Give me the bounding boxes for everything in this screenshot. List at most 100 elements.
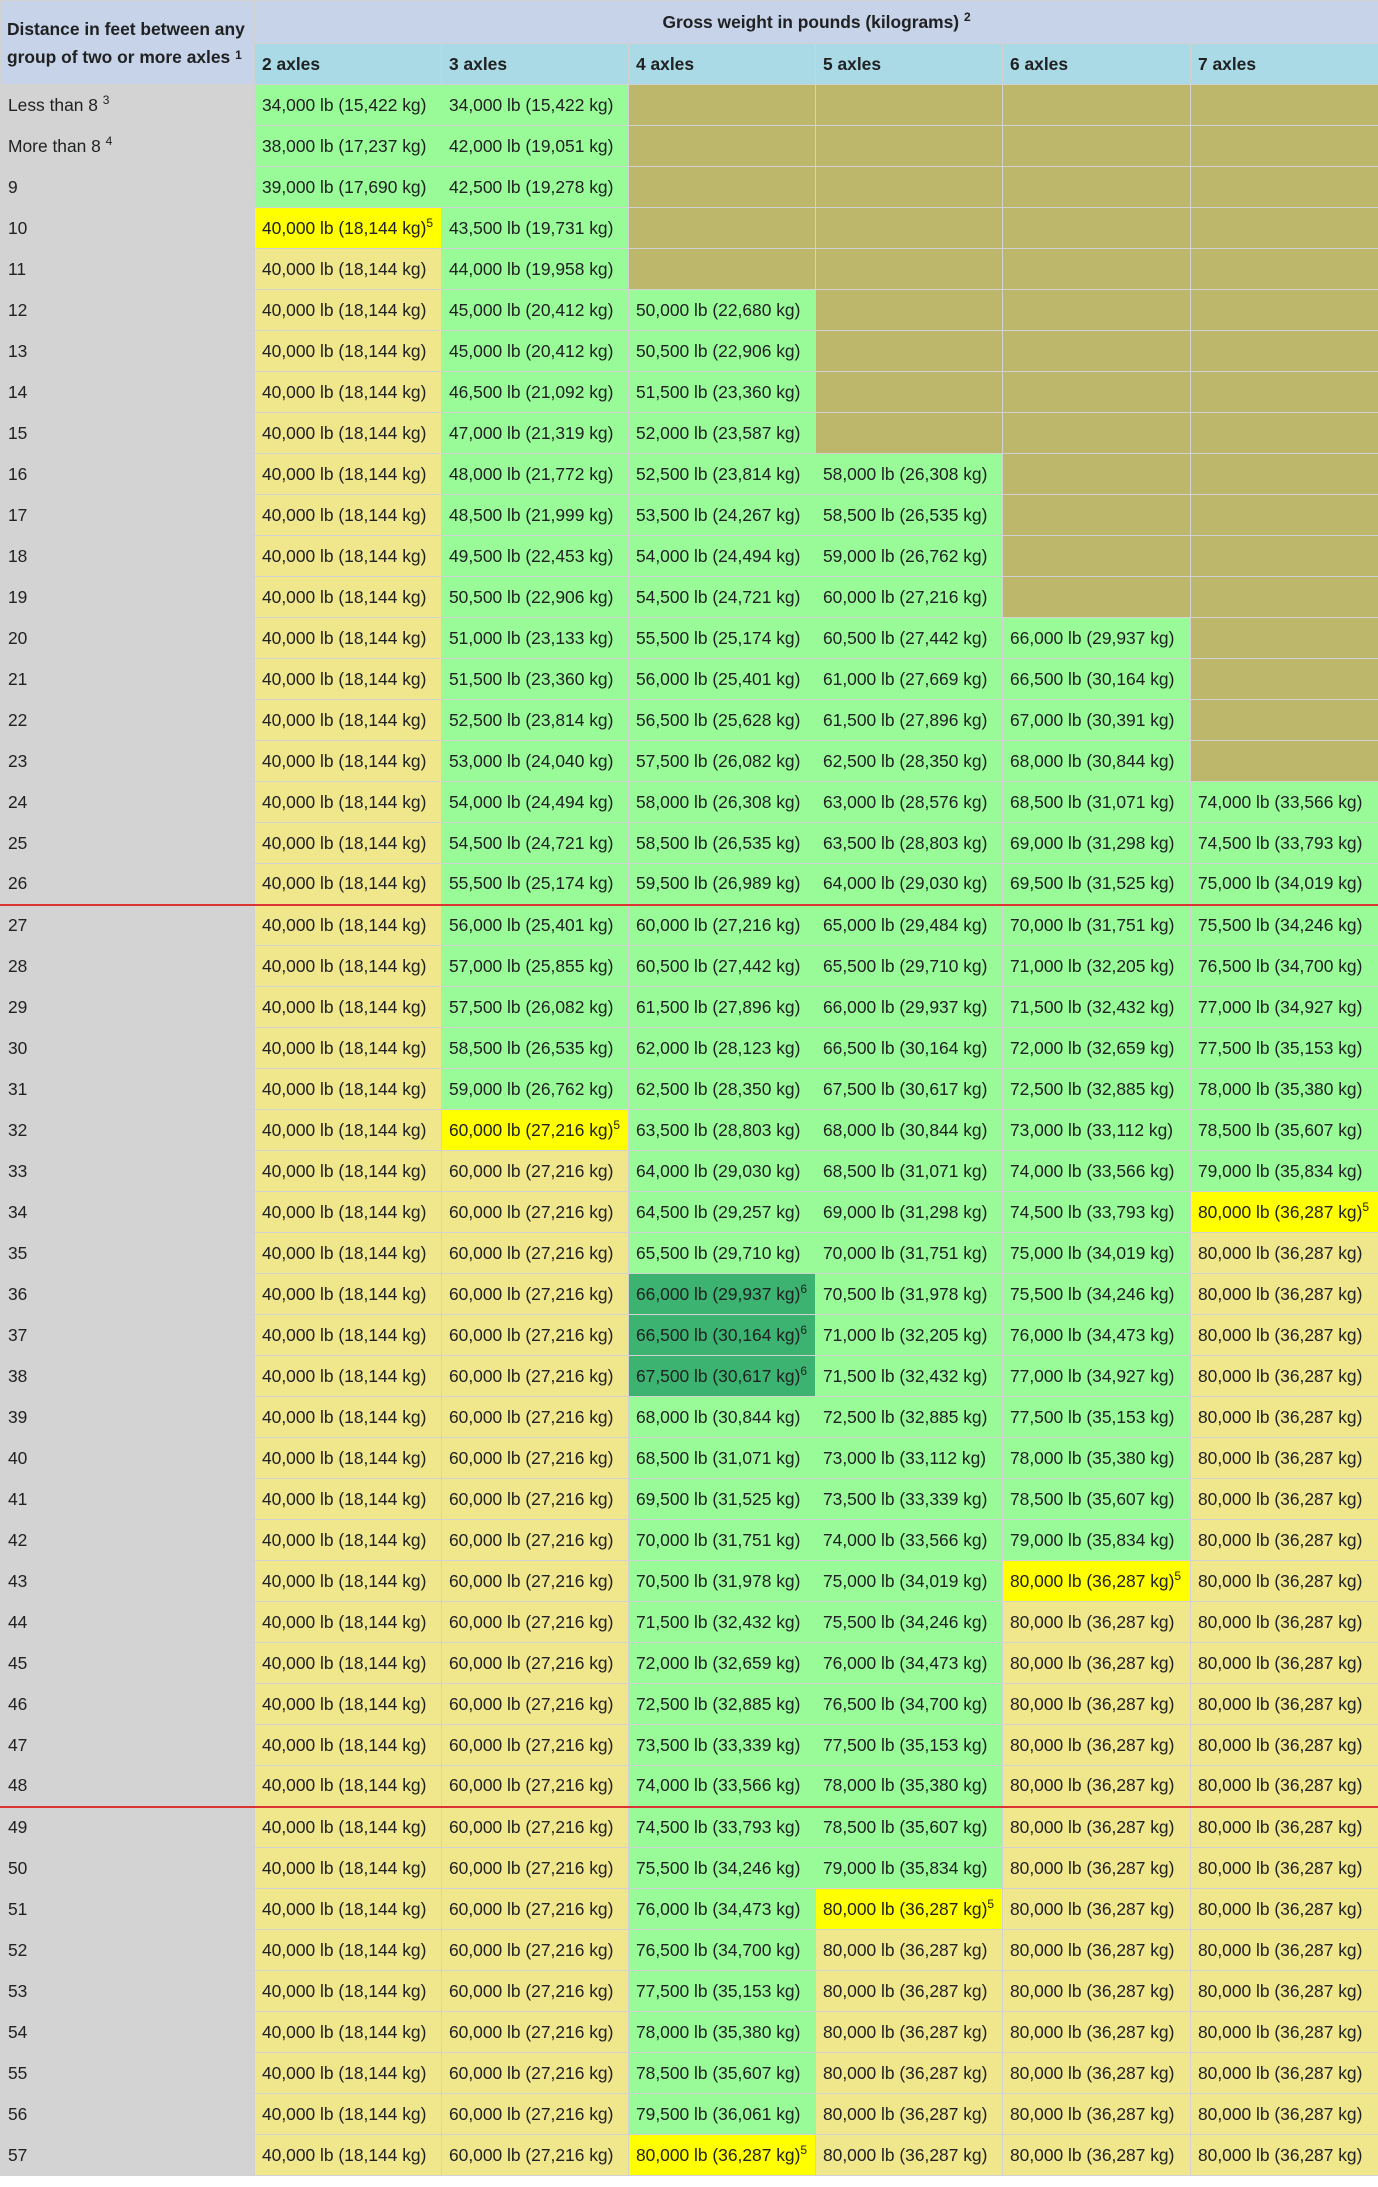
footnote-marker[interactable]: 6 (800, 1364, 807, 1378)
distance-value: 26 (8, 873, 28, 894)
weight-cell: 60,000 lb (27,216 kg) (441, 1437, 629, 1479)
distance-cell: 25 (0, 822, 255, 864)
weight-cell: 56,000 lb (25,401 kg) (628, 658, 816, 700)
footnote-marker[interactable]: 5 (426, 216, 433, 230)
weight-cell: 75,000 lb (34,019 kg) (1189, 863, 1378, 905)
distance-cell: 27 (0, 903, 255, 946)
weight-cell: 66,500 lb (30,164 kg) (815, 1027, 1003, 1069)
weight-cell: 74,000 lb (33,566 kg) (815, 1519, 1003, 1561)
weight-value: 66,000 lb (29,937 kg) (823, 996, 988, 1017)
footnote-marker[interactable]: 2 (964, 10, 971, 24)
empty-cell (815, 248, 1003, 290)
weight-cell: 79,000 lb (35,834 kg) (1189, 1150, 1378, 1192)
empty-cell (815, 207, 1003, 249)
weight-cell: 40,000 lb (18,144 kg) (254, 371, 442, 413)
weight-value: 58,000 lb (26,308 kg) (636, 791, 801, 812)
weight-cell: 71,000 lb (32,205 kg) (815, 1314, 1003, 1356)
weight-value: 73,500 lb (33,339 kg) (823, 1488, 988, 1509)
weight-cell: 80,000 lb (36,287 kg) (1002, 2052, 1191, 2094)
weight-value: 80,000 lb (36,287 kg) (1198, 1242, 1363, 1263)
table-row: 45 40,000 lb (18,144 kg) 60,000 lb (27,216… (0, 1642, 1378, 1684)
distance-value: 45 (8, 1652, 28, 1673)
footnote-marker[interactable]: 5 (800, 2143, 807, 2157)
weight-value: 54,000 lb (24,494 kg) (449, 791, 614, 812)
weight-cell: 50,000 lb (22,680 kg) (628, 289, 816, 331)
weight-cell: 54,500 lb (24,721 kg) (441, 822, 629, 864)
weight-cell: 52,500 lb (23,814 kg) (441, 699, 629, 741)
weight-value: 45,000 lb (20,412 kg) (449, 299, 614, 320)
weight-value: 60,000 lb (27,216 kg) (449, 1570, 614, 1591)
footnote-marker[interactable]: 1 (235, 48, 242, 62)
weight-value: 54,000 lb (24,494 kg) (636, 545, 801, 566)
weight-cell: 71,500 lb (32,432 kg) (815, 1355, 1003, 1397)
distance-value: 29 (8, 996, 28, 1017)
distance-value: 51 (8, 1898, 28, 1919)
weight-value: 48,500 lb (21,999 kg) (449, 504, 614, 525)
weight-cell: 68,000 lb (30,844 kg) (1002, 740, 1191, 782)
empty-cell (1189, 494, 1378, 536)
weight-cell: 62,500 lb (28,350 kg) (815, 740, 1003, 782)
weight-value: 69,500 lb (31,525 kg) (636, 1488, 801, 1509)
weight-cell: 80,000 lb (36,287 kg) (1189, 1888, 1378, 1930)
weight-value: 56,000 lb (25,401 kg) (449, 914, 614, 935)
weight-cell: 66,000 lb (29,937 kg)6 (628, 1273, 816, 1315)
footnote-marker[interactable]: 5 (1362, 1200, 1369, 1214)
weight-value: 78,000 lb (35,380 kg) (1010, 1447, 1175, 1468)
weight-cell: 73,500 lb (33,339 kg) (628, 1724, 816, 1766)
weight-cell: 79,500 lb (36,061 kg) (628, 2093, 816, 2135)
footnote-marker[interactable]: 6 (800, 1323, 807, 1337)
weight-value: 60,000 lb (27,216 kg) (449, 1652, 614, 1673)
weight-cell: 40,000 lb (18,144 kg) (254, 617, 442, 659)
weight-value: 76,500 lb (34,700 kg) (823, 1693, 988, 1714)
weight-value: 72,500 lb (32,885 kg) (636, 1693, 801, 1714)
weight-cell: 80,000 lb (36,287 kg) (1002, 2011, 1191, 2053)
distance-value: More than 8 (8, 135, 101, 156)
weight-value: 61,500 lb (27,896 kg) (636, 996, 801, 1017)
weight-cell: 76,500 lb (34,700 kg) (1189, 945, 1378, 987)
table-row: 27 40,000 lb (18,144 kg) 56,000 lb (25,401… (0, 903, 1378, 946)
weight-value: 80,000 lb (36,287 kg) (1198, 2062, 1363, 2083)
weight-value: 75,500 lb (34,246 kg) (1010, 1283, 1175, 1304)
distance-value: 11 (8, 258, 27, 279)
distance-value: 50 (8, 1857, 28, 1878)
weight-cell: 40,000 lb (18,144 kg) (254, 1150, 442, 1192)
weight-value: 76,000 lb (34,473 kg) (636, 1898, 801, 1919)
weight-cell: 73,000 lb (33,112 kg) (1002, 1109, 1191, 1151)
weight-value: 34,000 lb (15,422 kg) (449, 94, 614, 115)
weight-cell: 40,000 lb (18,144 kg) (254, 986, 442, 1028)
weight-cell: 76,000 lb (34,473 kg) (628, 1888, 816, 1930)
weight-value: 66,000 lb (29,937 kg) (636, 1283, 801, 1304)
weight-cell: 44,000 lb (19,958 kg) (441, 248, 629, 290)
distance-cell: 46 (0, 1683, 255, 1725)
weight-value: 40,000 lb (18,144 kg) (262, 832, 427, 853)
weight-value: 79,000 lb (35,834 kg) (1010, 1529, 1175, 1550)
empty-cell (1189, 289, 1378, 331)
weight-cell: 40,000 lb (18,144 kg) (254, 1232, 442, 1274)
weight-cell: 45,000 lb (20,412 kg) (441, 289, 629, 331)
weight-cell: 60,000 lb (27,216 kg) (441, 1805, 629, 1848)
footnote-marker[interactable]: 5 (613, 1118, 620, 1132)
weight-value: 60,000 lb (27,216 kg) (449, 1365, 614, 1386)
distance-cell: 28 (0, 945, 255, 987)
weight-value: 40,000 lb (18,144 kg) (262, 1365, 427, 1386)
footnote-marker[interactable]: 6 (800, 1282, 807, 1296)
weight-value: 68,500 lb (31,071 kg) (1010, 791, 1175, 812)
weight-value: 80,000 lb (36,287 kg) (1198, 1324, 1363, 1345)
weight-value: 80,000 lb (36,287 kg) (1010, 1939, 1175, 1960)
table-row: 52 40,000 lb (18,144 kg) 60,000 lb (27,216… (0, 1929, 1378, 1971)
footnote-marker[interactable]: 3 (103, 93, 110, 107)
weight-value: 40,000 lb (18,144 kg) (262, 1939, 427, 1960)
distance-value: 28 (8, 955, 28, 976)
weight-cell: 40,000 lb (18,144 kg) (254, 1970, 442, 2012)
footnote-marker[interactable]: 5 (987, 1897, 994, 1911)
weight-cell: 54,000 lb (24,494 kg) (628, 535, 816, 577)
weight-cell: 75,500 lb (34,246 kg) (1002, 1273, 1191, 1315)
weight-value: 80,000 lb (36,287 kg) (1198, 1898, 1363, 1919)
weight-value: 66,500 lb (30,164 kg) (636, 1324, 801, 1345)
weight-cell: 60,000 lb (27,216 kg) (441, 1560, 629, 1602)
weight-cell: 80,000 lb (36,287 kg) (1189, 1642, 1378, 1684)
footnote-marker[interactable]: 5 (1174, 1569, 1181, 1583)
gross-weight-header: Gross weight in pounds (kilograms) 2 (253, 0, 1378, 44)
weight-value: 80,000 lb (36,287 kg) (1198, 1201, 1363, 1222)
footnote-marker[interactable]: 4 (106, 134, 113, 148)
